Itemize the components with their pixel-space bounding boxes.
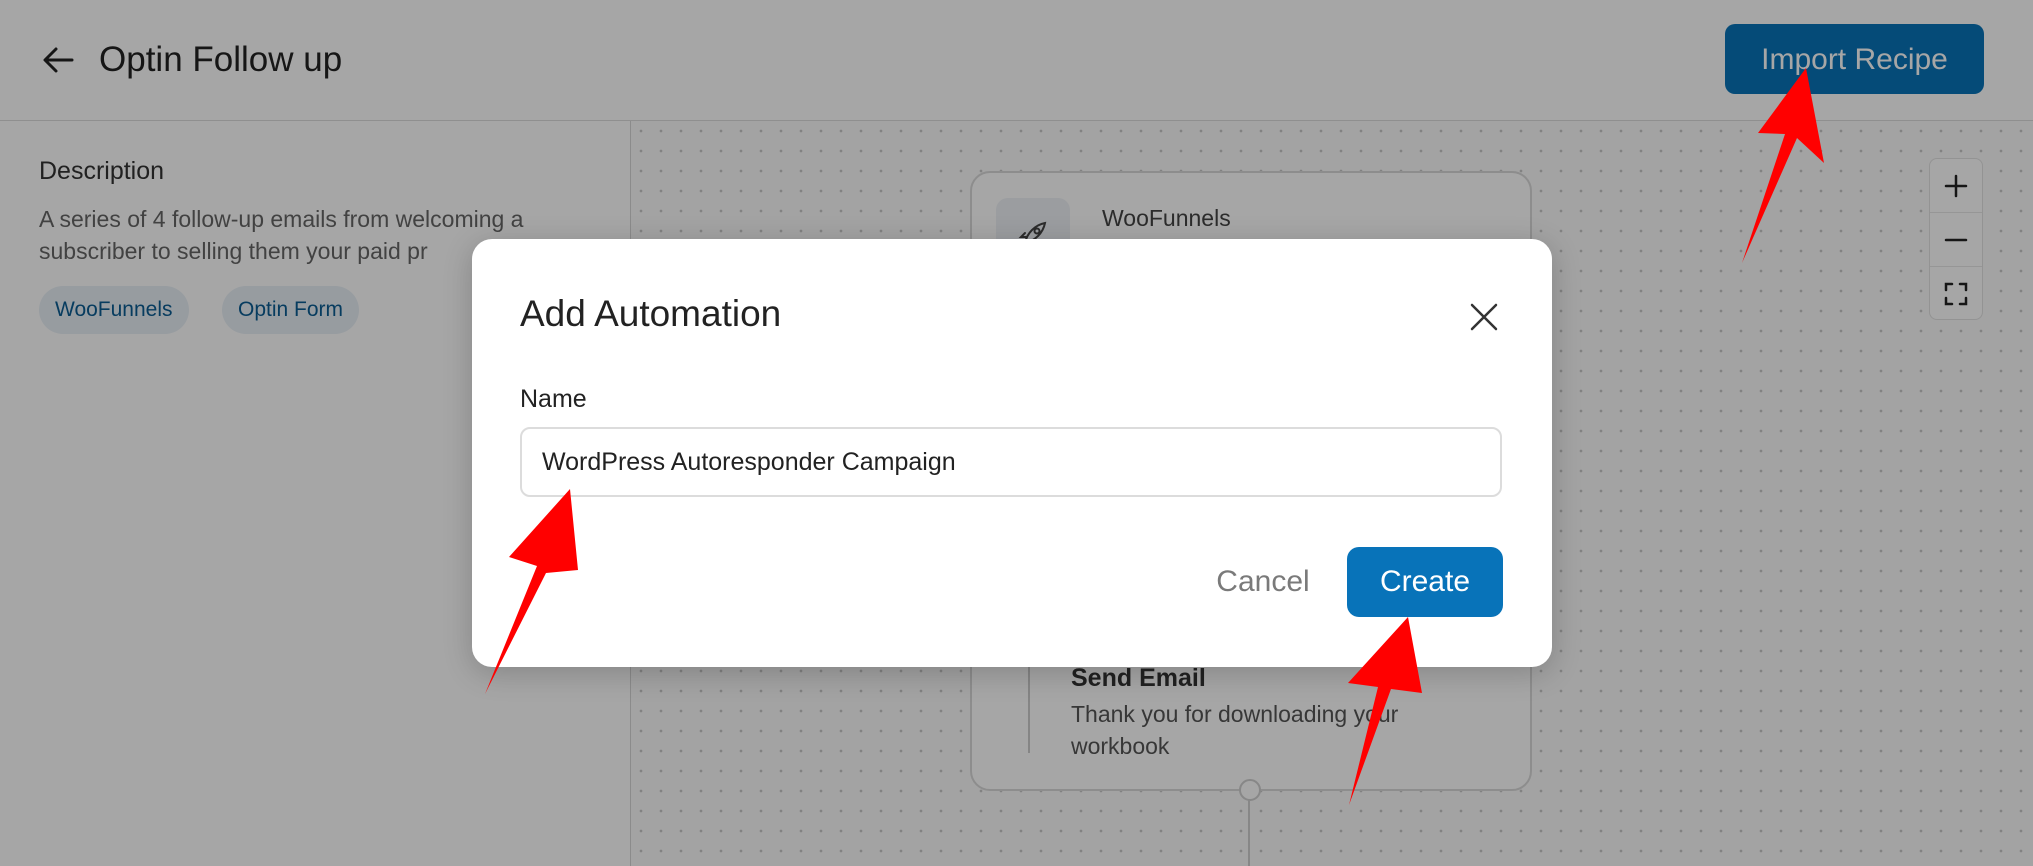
name-label: Name: [520, 385, 587, 413]
page: Optin Follow up Import Recipe Descriptio…: [0, 0, 2033, 866]
modal-title: Add Automation: [520, 293, 782, 334]
create-button[interactable]: Create: [1347, 547, 1503, 617]
add-automation-modal: Add Automation Name Cancel Create: [472, 239, 1552, 667]
close-icon: [1470, 303, 1498, 331]
cancel-button[interactable]: Cancel: [1190, 547, 1336, 617]
automation-name-input[interactable]: [520, 427, 1502, 497]
close-modal-button[interactable]: [1462, 295, 1506, 339]
